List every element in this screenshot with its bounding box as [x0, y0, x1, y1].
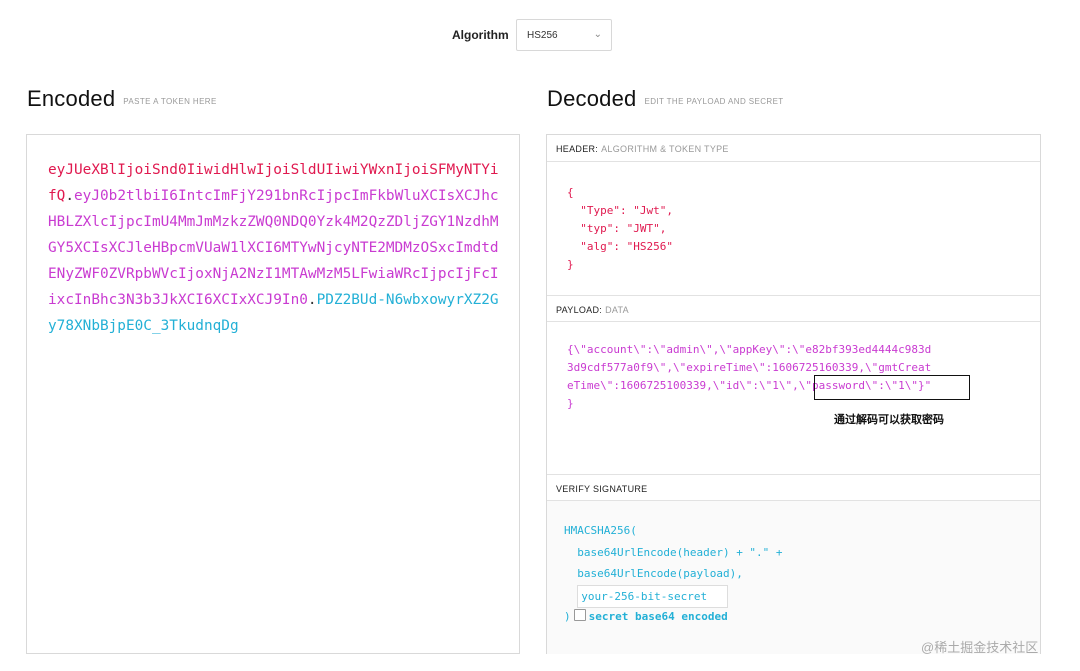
algorithm-bar: Algorithm HS256 ⌄: [0, 0, 1080, 70]
header-close-brace: }: [567, 258, 574, 271]
token-payload-part: eyJ0b2tlbiI6IntcImFjY291bnRcIjpcImFkbWlu…: [48, 188, 499, 308]
decoded-title: Decoded: [547, 86, 637, 111]
encoded-heading: Encoded PASTE A TOKEN HERE: [27, 86, 217, 112]
decoded-heading: Decoded EDIT THE PAYLOAD AND SECRET: [547, 86, 784, 112]
signature-section-title: VERIFY SIGNATURE: [547, 474, 1040, 501]
payload-section-title: PAYLOAD: DATA: [547, 295, 1040, 322]
header-line: "Type": "Jwt",: [580, 204, 673, 217]
signature-function: HMACSHA256(: [564, 524, 637, 537]
algorithm-select[interactable]: HS256 ⌄: [516, 19, 612, 51]
header-line: "typ": "JWT",: [580, 222, 667, 235]
secret-row: your-256-bit-secret: [564, 584, 1040, 608]
header-open-brace: {: [567, 186, 574, 199]
header-json-editor[interactable]: { "Type": "Jwt", "typ": "JWT", "alg": "H…: [547, 181, 1040, 274]
watermark: @稀土掘金技术社区: [921, 640, 1039, 655]
annotation-note: 通过解码可以获取密码: [834, 414, 944, 426]
base64-checkbox-label[interactable]: secret base64 encoded: [589, 610, 728, 623]
signature-close-paren: ): [564, 610, 571, 623]
header-line: "alg": "HS256": [580, 240, 673, 253]
algorithm-select-value: HS256: [527, 30, 558, 41]
decoded-subtitle: EDIT THE PAYLOAD AND SECRET: [644, 97, 784, 106]
encoded-subtitle: PASTE A TOKEN HERE: [123, 97, 217, 106]
signature-close-row: ) secret base64 encoded: [564, 606, 1040, 628]
payload-section-sublabel: DATA: [605, 305, 629, 315]
signature-line-payload: base64UrlEncode(payload),: [577, 567, 743, 580]
header-section-label: HEADER:: [556, 144, 599, 154]
base64-checkbox[interactable]: [573, 609, 586, 621]
signature-editor: HMACSHA256( base64UrlEncode(header) + ".…: [547, 501, 1040, 654]
token-dot: .: [307, 292, 317, 308]
header-section-title: HEADER: ALGORITHM & TOKEN TYPE: [547, 135, 1040, 162]
algorithm-label: Algorithm: [452, 28, 509, 42]
signature-line-header: base64UrlEncode(header) + "." +: [577, 545, 783, 559]
signature-section-label: VERIFY SIGNATURE: [556, 484, 648, 494]
secret-input[interactable]: your-256-bit-secret: [577, 584, 729, 608]
payload-section-label: PAYLOAD:: [556, 305, 603, 315]
encoded-title: Encoded: [27, 86, 116, 111]
password-highlight-box: [814, 375, 970, 400]
token-dot: .: [65, 188, 74, 204]
header-section-sublabel: ALGORITHM & TOKEN TYPE: [601, 144, 729, 154]
decoded-panel: HEADER: ALGORITHM & TOKEN TYPE { "Type": …: [546, 134, 1041, 654]
payload-line: {\"account\":\"admin\",\"appKey\":\"e82b…: [567, 343, 932, 356]
encoded-token-textarea[interactable]: eyJUeXBlIjoiSnd0IiwidHlwIjoiSldUIiwiYWxn…: [26, 134, 520, 654]
chevron-down-icon: ⌄: [593, 29, 602, 40]
